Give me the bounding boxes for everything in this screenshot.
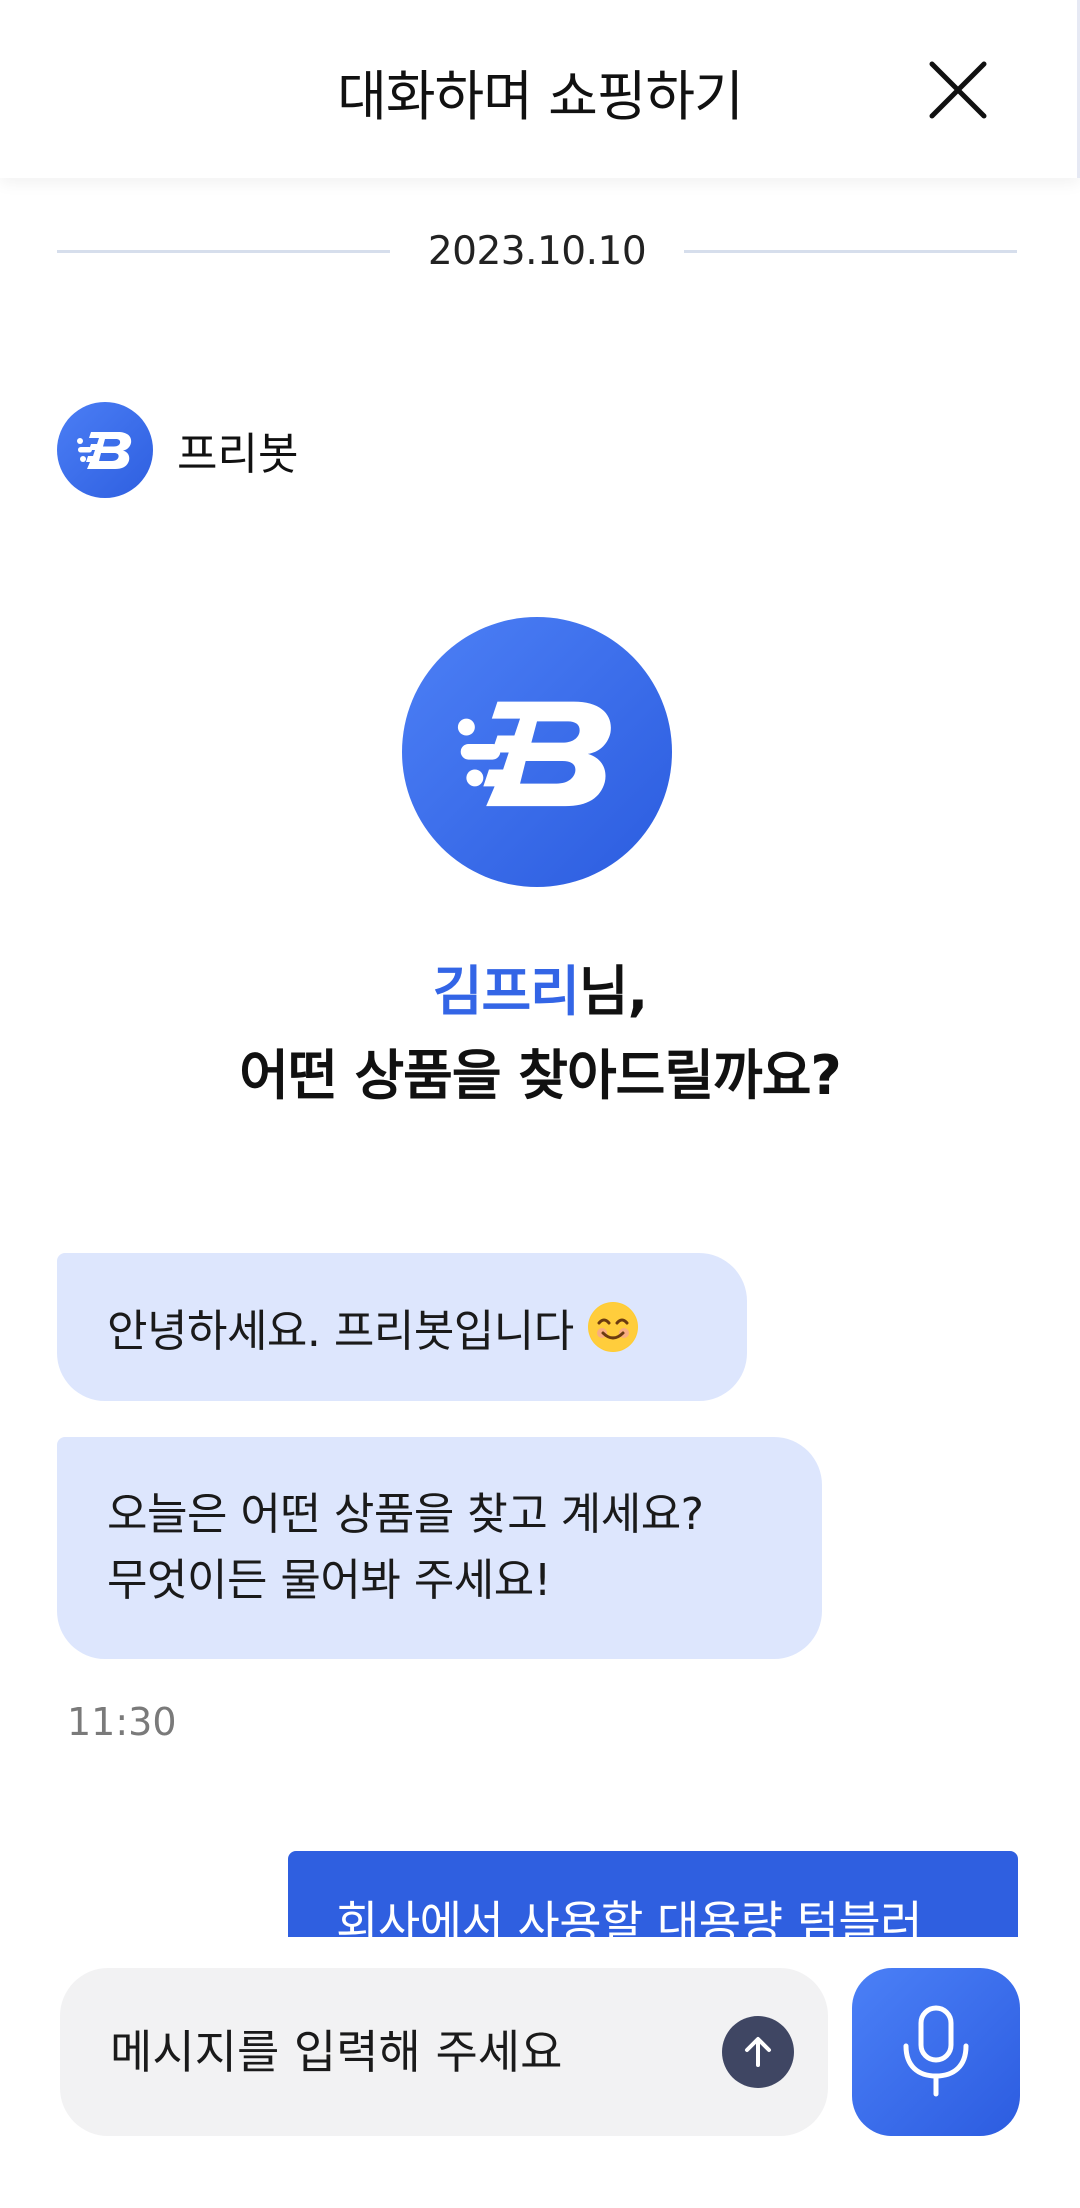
bot-message-line: 오늘은 어떤 상품을 찾고 계세요? <box>107 1489 704 1540</box>
bot-message-text: 안녕하세요. 프리봇입니다 <box>107 1306 574 1357</box>
voice-input-button[interactable] <box>852 1968 1020 2136</box>
bot-avatar <box>57 402 153 498</box>
bot-message-bubble: 안녕하세요. 프리봇입니다 <box>57 1253 747 1401</box>
user-name: 김프리 <box>432 960 580 1023</box>
bot-hero-logo <box>402 617 672 887</box>
close-icon <box>929 61 987 119</box>
close-button[interactable] <box>926 58 990 122</box>
divider-line-right <box>684 249 1017 253</box>
greeting-suffix: 님, <box>578 960 648 1023</box>
bot-name: 프리봇 <box>177 429 299 480</box>
send-button[interactable] <box>722 2016 794 2088</box>
message-input-container[interactable] <box>60 1968 828 2136</box>
microphone-icon <box>903 2005 969 2097</box>
greeting-question: 어떤 상품을 찾아드릴까요? <box>239 1044 841 1107</box>
bot-message-text: 오늘은 어떤 상품을 찾고 계세요? 무엇이든 물어봐 주세요! <box>107 1482 704 1614</box>
chat-date: 2023.10.10 <box>427 228 647 274</box>
chat-screen: 대화하며 쇼핑하기 2023.10.10 프리봇 김프리님, 어떤 상품을 찾아… <box>0 0 1080 2208</box>
top-header: 대화하며 쇼핑하기 <box>0 0 1080 178</box>
message-input[interactable] <box>110 2025 670 2079</box>
page-title: 대화하며 쇼핑하기 <box>337 65 744 128</box>
greeting-text: 김프리님, 어떤 상품을 찾아드릴까요? <box>0 950 1080 1118</box>
date-divider: 2023.10.10 <box>57 224 1017 278</box>
bot-header: 프리봇 <box>57 402 298 498</box>
smiling-face-icon <box>587 1302 638 1352</box>
arrow-up-icon <box>745 2037 771 2067</box>
bot-logo-icon <box>77 432 132 469</box>
bot-message-line: 무엇이든 물어봐 주세요! <box>107 1555 551 1606</box>
bot-message-bubble: 오늘은 어떤 상품을 찾고 계세요? 무엇이든 물어봐 주세요! <box>57 1437 822 1659</box>
bot-logo-icon <box>457 701 611 806</box>
greeting-line-1: 김프리님, <box>0 950 1080 1034</box>
message-time: 11:30 <box>67 1700 177 1744</box>
divider-line-left <box>57 249 390 253</box>
